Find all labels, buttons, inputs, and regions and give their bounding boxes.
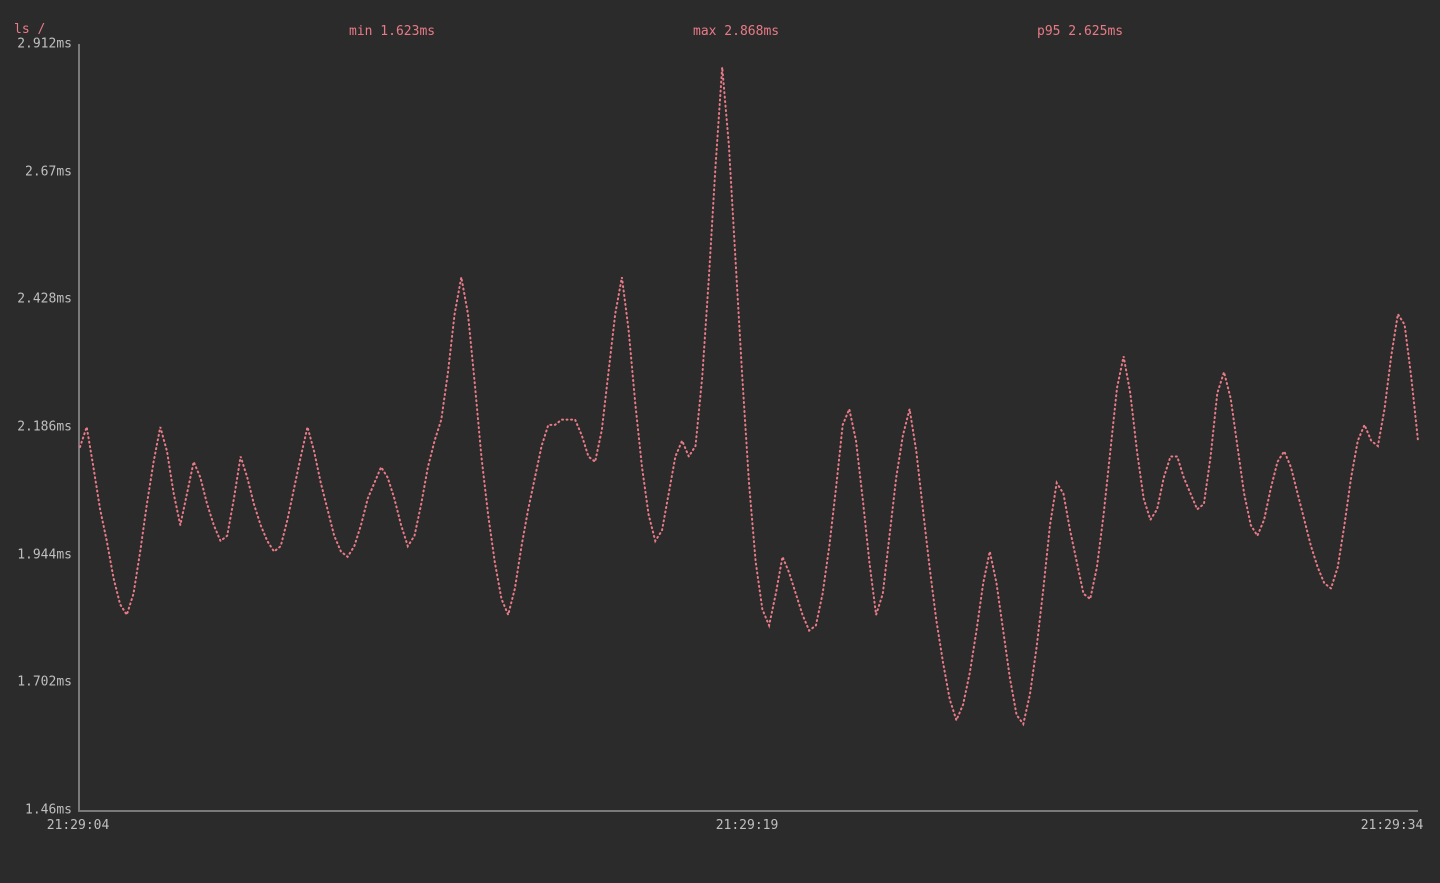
- latency-line: [80, 44, 1418, 810]
- x-tick: 21:29:19: [716, 818, 779, 833]
- stats-header: ls / min 1.623ms max 2.868ms p95 2.625ms: [0, 24, 1440, 44]
- y-tick: 2.912ms: [0, 37, 72, 52]
- y-tick: 2.428ms: [0, 292, 72, 307]
- x-tick: 21:29:34: [1361, 818, 1424, 833]
- stat-p95: p95 2.625ms: [1037, 24, 1123, 39]
- chart-title: ls /: [14, 22, 45, 37]
- y-tick: 2.67ms: [0, 164, 72, 179]
- stat-min: min 1.623ms: [349, 24, 435, 39]
- stat-max: max 2.868ms: [693, 24, 779, 39]
- y-tick: 1.944ms: [0, 547, 72, 562]
- y-tick: 2.186ms: [0, 420, 72, 435]
- y-tick: 1.702ms: [0, 675, 72, 690]
- plot-area: [78, 44, 1418, 812]
- x-tick: 21:29:04: [47, 818, 110, 833]
- y-tick: 1.46ms: [0, 803, 72, 818]
